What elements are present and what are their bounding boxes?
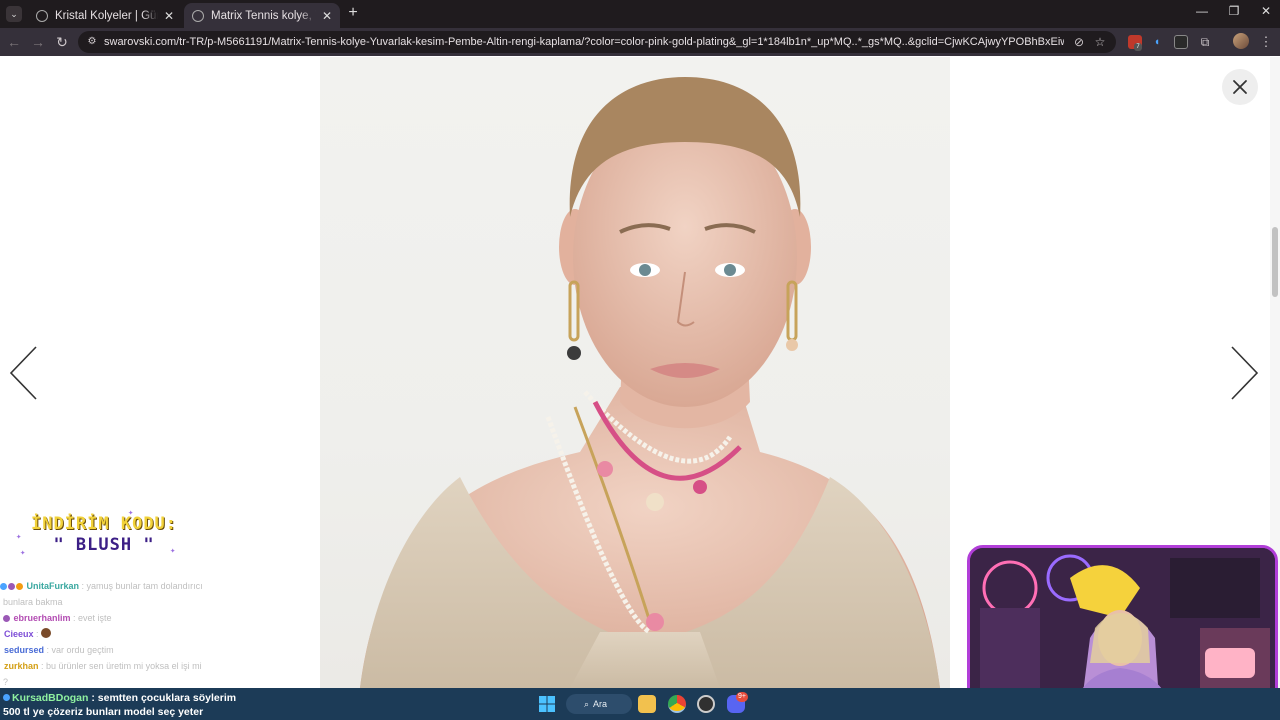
chat-message: UnitaFurkan : yamuş bunlar tam dolandırı… — [0, 578, 214, 594]
sparkle-icon: ✦ — [128, 508, 134, 518]
chat-text: bunlara bakma — [3, 597, 63, 607]
address-bar[interactable]: ⚙ swarovski.com/tr-TR/p-M5661191/Matrix-… — [78, 31, 1116, 53]
chat-username: UnitaFurkan — [26, 581, 80, 591]
tab-title: Matrix Tennis kolye, Yuvarlak kesim — [211, 9, 316, 22]
chat-text: : bu ürünler sen üretim mi yoksa el işi … — [41, 661, 202, 671]
swarovski-favicon-icon — [36, 9, 48, 22]
chat-username: Cieeux — [4, 629, 34, 639]
search-icon: ⌕ — [584, 699, 590, 709]
product-photo-necklace-model — [320, 57, 950, 688]
site-info-icon[interactable]: ⚙ — [86, 36, 98, 48]
extension-audio-icon[interactable]: ◖ — [1150, 35, 1164, 49]
tab-strip: ⌄ Kristal Kolyeler | Gümüş ve Altın ✕ Ma… — [0, 0, 1280, 28]
promo-title: İNDİRİM KODU: — [30, 514, 178, 534]
chat-message: Cieeux : — [0, 626, 214, 642]
close-icon — [1233, 80, 1247, 94]
chat-text: ? — [3, 677, 9, 687]
forward-button[interactable]: → — [29, 33, 47, 51]
sparkle-icon: ✦ — [170, 546, 176, 556]
subtitle-text: : semtten çocuklara söylerim — [91, 692, 237, 704]
windows-start-icon[interactable] — [538, 695, 556, 713]
chevron-left-icon — [9, 346, 37, 400]
bookmark-star-icon[interactable]: ☆ — [1093, 35, 1107, 49]
close-viewer-button[interactable] — [1222, 69, 1258, 105]
chat-username: zurkhan — [4, 661, 39, 671]
model-photo-illustration — [360, 77, 940, 688]
badge-icon — [8, 583, 15, 590]
chat-username: sedursed — [4, 645, 45, 655]
badge-icon — [3, 694, 10, 701]
tab-close-icon[interactable]: ✕ — [322, 9, 332, 23]
chat-text: : evet işte — [73, 613, 112, 623]
search-label: Ara — [593, 699, 608, 709]
chat-text: : — [36, 629, 39, 639]
chat-username: ebruerhanlim — [13, 613, 71, 623]
chat-text: : var ordu geçtim — [46, 645, 114, 655]
promo-code-banner: İNDİRİM KODU: " BLUSH " ✦ ✦ ✦ ✦ — [16, 508, 192, 562]
subtitle-username: KursadBDogan — [12, 692, 89, 704]
sparkle-icon: ✦ — [20, 548, 26, 558]
subtitle-line-1: KursadBDogan : semtten çocuklara söyleri… — [3, 692, 236, 704]
taskbar-search[interactable]: ⌕ Ara — [566, 694, 632, 714]
chrome-menu-icon[interactable]: ⋮ — [1259, 35, 1273, 49]
extension-badge: 7 — [1134, 43, 1142, 51]
browser-toolbar: ← → ↻ ⚙ swarovski.com/tr-TR/p-M5661191/M… — [0, 28, 1280, 56]
url-text[interactable]: swarovski.com/tr-TR/p-M5661191/Matrix-Te… — [104, 35, 1064, 49]
profile-avatar[interactable] — [1233, 33, 1249, 49]
scrollbar-thumb[interactable] — [1272, 227, 1278, 297]
obs-icon[interactable] — [697, 695, 715, 713]
tab-close-icon[interactable]: ✕ — [164, 9, 174, 23]
chat-text: : yamuş bunlar tam dolandırıcı — [81, 581, 203, 591]
badge-icon — [16, 583, 23, 590]
chevron-right-icon — [1231, 346, 1259, 400]
subtitle-line-2: 500 tl ye çözeriz bunları model seç yete… — [3, 706, 204, 718]
tab-matrix-tennis[interactable]: Matrix Tennis kolye, Yuvarlak kesim ✕ — [184, 3, 340, 28]
window-close-icon[interactable]: ✕ — [1256, 4, 1276, 18]
chat-message: ebruerhanlim : evet işte — [0, 610, 214, 626]
maximize-icon[interactable]: ❐ — [1224, 4, 1244, 18]
minimize-icon[interactable]: — — [1192, 4, 1212, 18]
swarovski-favicon-icon — [192, 9, 204, 22]
sparkle-icon: ✦ — [16, 532, 22, 542]
previous-image-button[interactable] — [8, 345, 38, 401]
stream-chat: UnitaFurkan : yamuş bunlar tam dolandırı… — [0, 578, 214, 690]
file-explorer-icon[interactable] — [638, 695, 656, 713]
chat-message: zurkhan : bu ürünler sen üretim mi yoksa… — [0, 658, 214, 674]
promo-code: " BLUSH " — [53, 535, 155, 555]
tab-title: Kristal Kolyeler | Gümüş ve Altın — [55, 9, 158, 22]
back-button[interactable]: ← — [5, 33, 23, 51]
badge-icon — [0, 583, 7, 590]
chat-message: bunlara bakma — [0, 594, 214, 610]
windows-taskbar: KursadBDogan : semtten çocuklara söyleri… — [0, 688, 1280, 720]
tab-search-button[interactable]: ⌄ — [6, 6, 22, 22]
emote-icon — [41, 628, 52, 638]
extension-icon[interactable] — [1174, 35, 1188, 49]
next-image-button[interactable] — [1230, 345, 1260, 401]
eye-off-icon[interactable]: ⊘ — [1072, 35, 1086, 49]
discord-badge: 9+ — [736, 692, 748, 702]
badge-icon — [3, 615, 10, 622]
chrome-icon[interactable] — [668, 695, 686, 713]
chat-message: sedursed : var ordu geçtim — [0, 642, 214, 658]
reload-button[interactable]: ↻ — [53, 33, 71, 51]
extensions-puzzle-icon[interactable]: ⧉ — [1198, 35, 1212, 49]
tab-kristal-kolyeler[interactable]: Kristal Kolyeler | Gümüş ve Altın ✕ — [28, 3, 182, 28]
new-tab-button[interactable]: + — [346, 5, 360, 21]
